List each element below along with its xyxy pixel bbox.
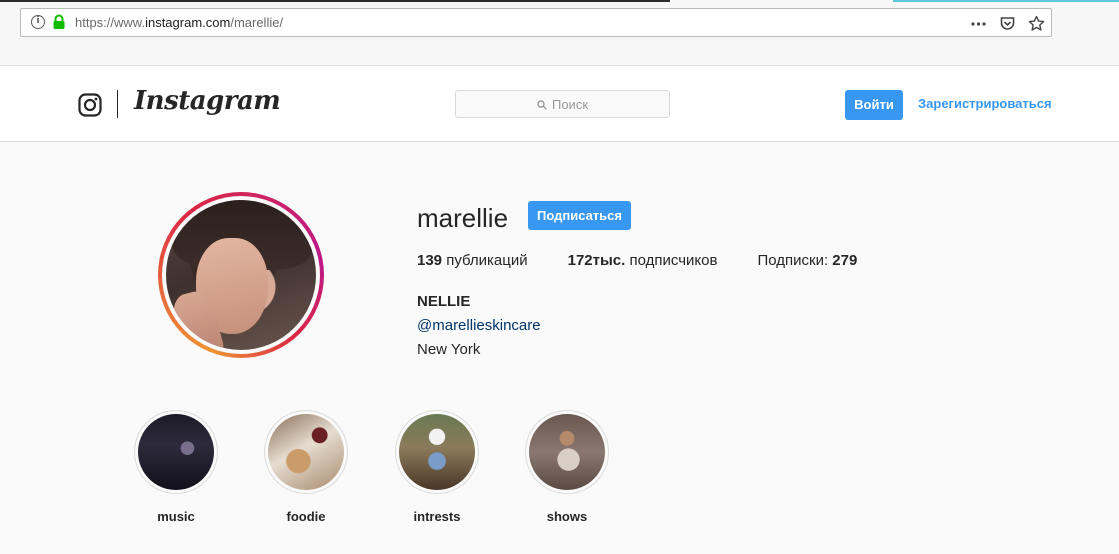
- posts-count: 139: [417, 252, 443, 269]
- highlight-label: foodie: [286, 509, 326, 524]
- following-count: 279: [832, 252, 858, 269]
- bio-mention-link[interactable]: @marellieskincare: [417, 317, 541, 334]
- bio-location: New York: [417, 341, 481, 358]
- followers-stat[interactable]: 172тыс. подписчиков: [568, 252, 718, 269]
- instagram-glyph-icon[interactable]: [78, 93, 102, 117]
- url-text[interactable]: https://www.instagram.com/marellie/: [75, 15, 283, 30]
- profile-avatar[interactable]: [158, 192, 324, 358]
- lock-icon[interactable]: [52, 14, 66, 30]
- posts-label: публикаций: [442, 252, 528, 269]
- highlight-cover: [268, 414, 344, 490]
- address-bar[interactable]: i https://www.instagram.com/marellie/: [20, 8, 1052, 37]
- url-domain: instagram.com: [145, 15, 231, 30]
- highlight-foodie[interactable]: foodie: [263, 410, 349, 524]
- highlight-ring: [525, 410, 609, 494]
- highlight-label: music: [157, 509, 195, 524]
- info-icon[interactable]: i: [31, 15, 45, 29]
- highlight-label: intrests: [413, 509, 461, 524]
- highlight-label: shows: [546, 509, 588, 524]
- bookmark-star-icon[interactable]: [1028, 15, 1045, 32]
- tab-strip-dark: [0, 0, 670, 2]
- avatar-photo: [166, 200, 316, 350]
- url-prefix: https://www.: [75, 15, 146, 30]
- posts-stat[interactable]: 139 публикаций: [417, 252, 528, 269]
- url-actions: [970, 13, 1045, 33]
- avatar-gap: [162, 196, 320, 354]
- signup-link[interactable]: Зарегистрироваться: [918, 96, 1052, 111]
- followers-count: 172тыс.: [567, 252, 626, 269]
- highlight-ring: [264, 410, 348, 494]
- following-label: Подписки:: [757, 252, 833, 269]
- highlight-cover: [399, 414, 475, 490]
- search-icon: [537, 98, 547, 110]
- site-header: Instagram Поиск Войти Зарегистрироваться: [0, 65, 1119, 142]
- bio-name: NELLIE: [417, 293, 471, 310]
- tab-strip-accent: [893, 0, 1119, 2]
- highlight-music[interactable]: music: [133, 410, 219, 524]
- login-button[interactable]: Войти: [845, 90, 903, 120]
- browser-chrome: i https://www.instagram.com/marellie/: [0, 0, 1119, 65]
- url-path: /marellie/: [230, 15, 284, 30]
- highlight-shows[interactable]: shows: [524, 410, 610, 524]
- highlight-ring: [134, 410, 218, 494]
- highlight-ring: [395, 410, 479, 494]
- logo-divider: [117, 90, 118, 118]
- instagram-wordmark[interactable]: Instagram: [134, 86, 281, 116]
- profile-username: marellie: [417, 203, 509, 233]
- page-actions-icon[interactable]: [970, 15, 987, 32]
- search-placeholder: Поиск: [551, 97, 589, 112]
- following-stat[interactable]: Подписки: 279: [757, 252, 857, 269]
- highlight-cover: [138, 414, 214, 490]
- search-placeholder-wrap: Поиск: [456, 97, 669, 112]
- followers-label: подписчиков: [625, 252, 718, 269]
- story-highlights: music foodie intrests shows: [133, 410, 613, 530]
- pocket-icon[interactable]: [999, 15, 1016, 32]
- search-input[interactable]: Поиск: [455, 90, 670, 118]
- profile-stats: 139 публикаций 172тыс. подписчиков Подпи…: [417, 252, 897, 269]
- highlight-cover: [529, 414, 605, 490]
- highlight-intrests[interactable]: intrests: [394, 410, 480, 524]
- follow-button[interactable]: Подписаться: [528, 201, 631, 230]
- tab-strip-edge: [0, 0, 1119, 3]
